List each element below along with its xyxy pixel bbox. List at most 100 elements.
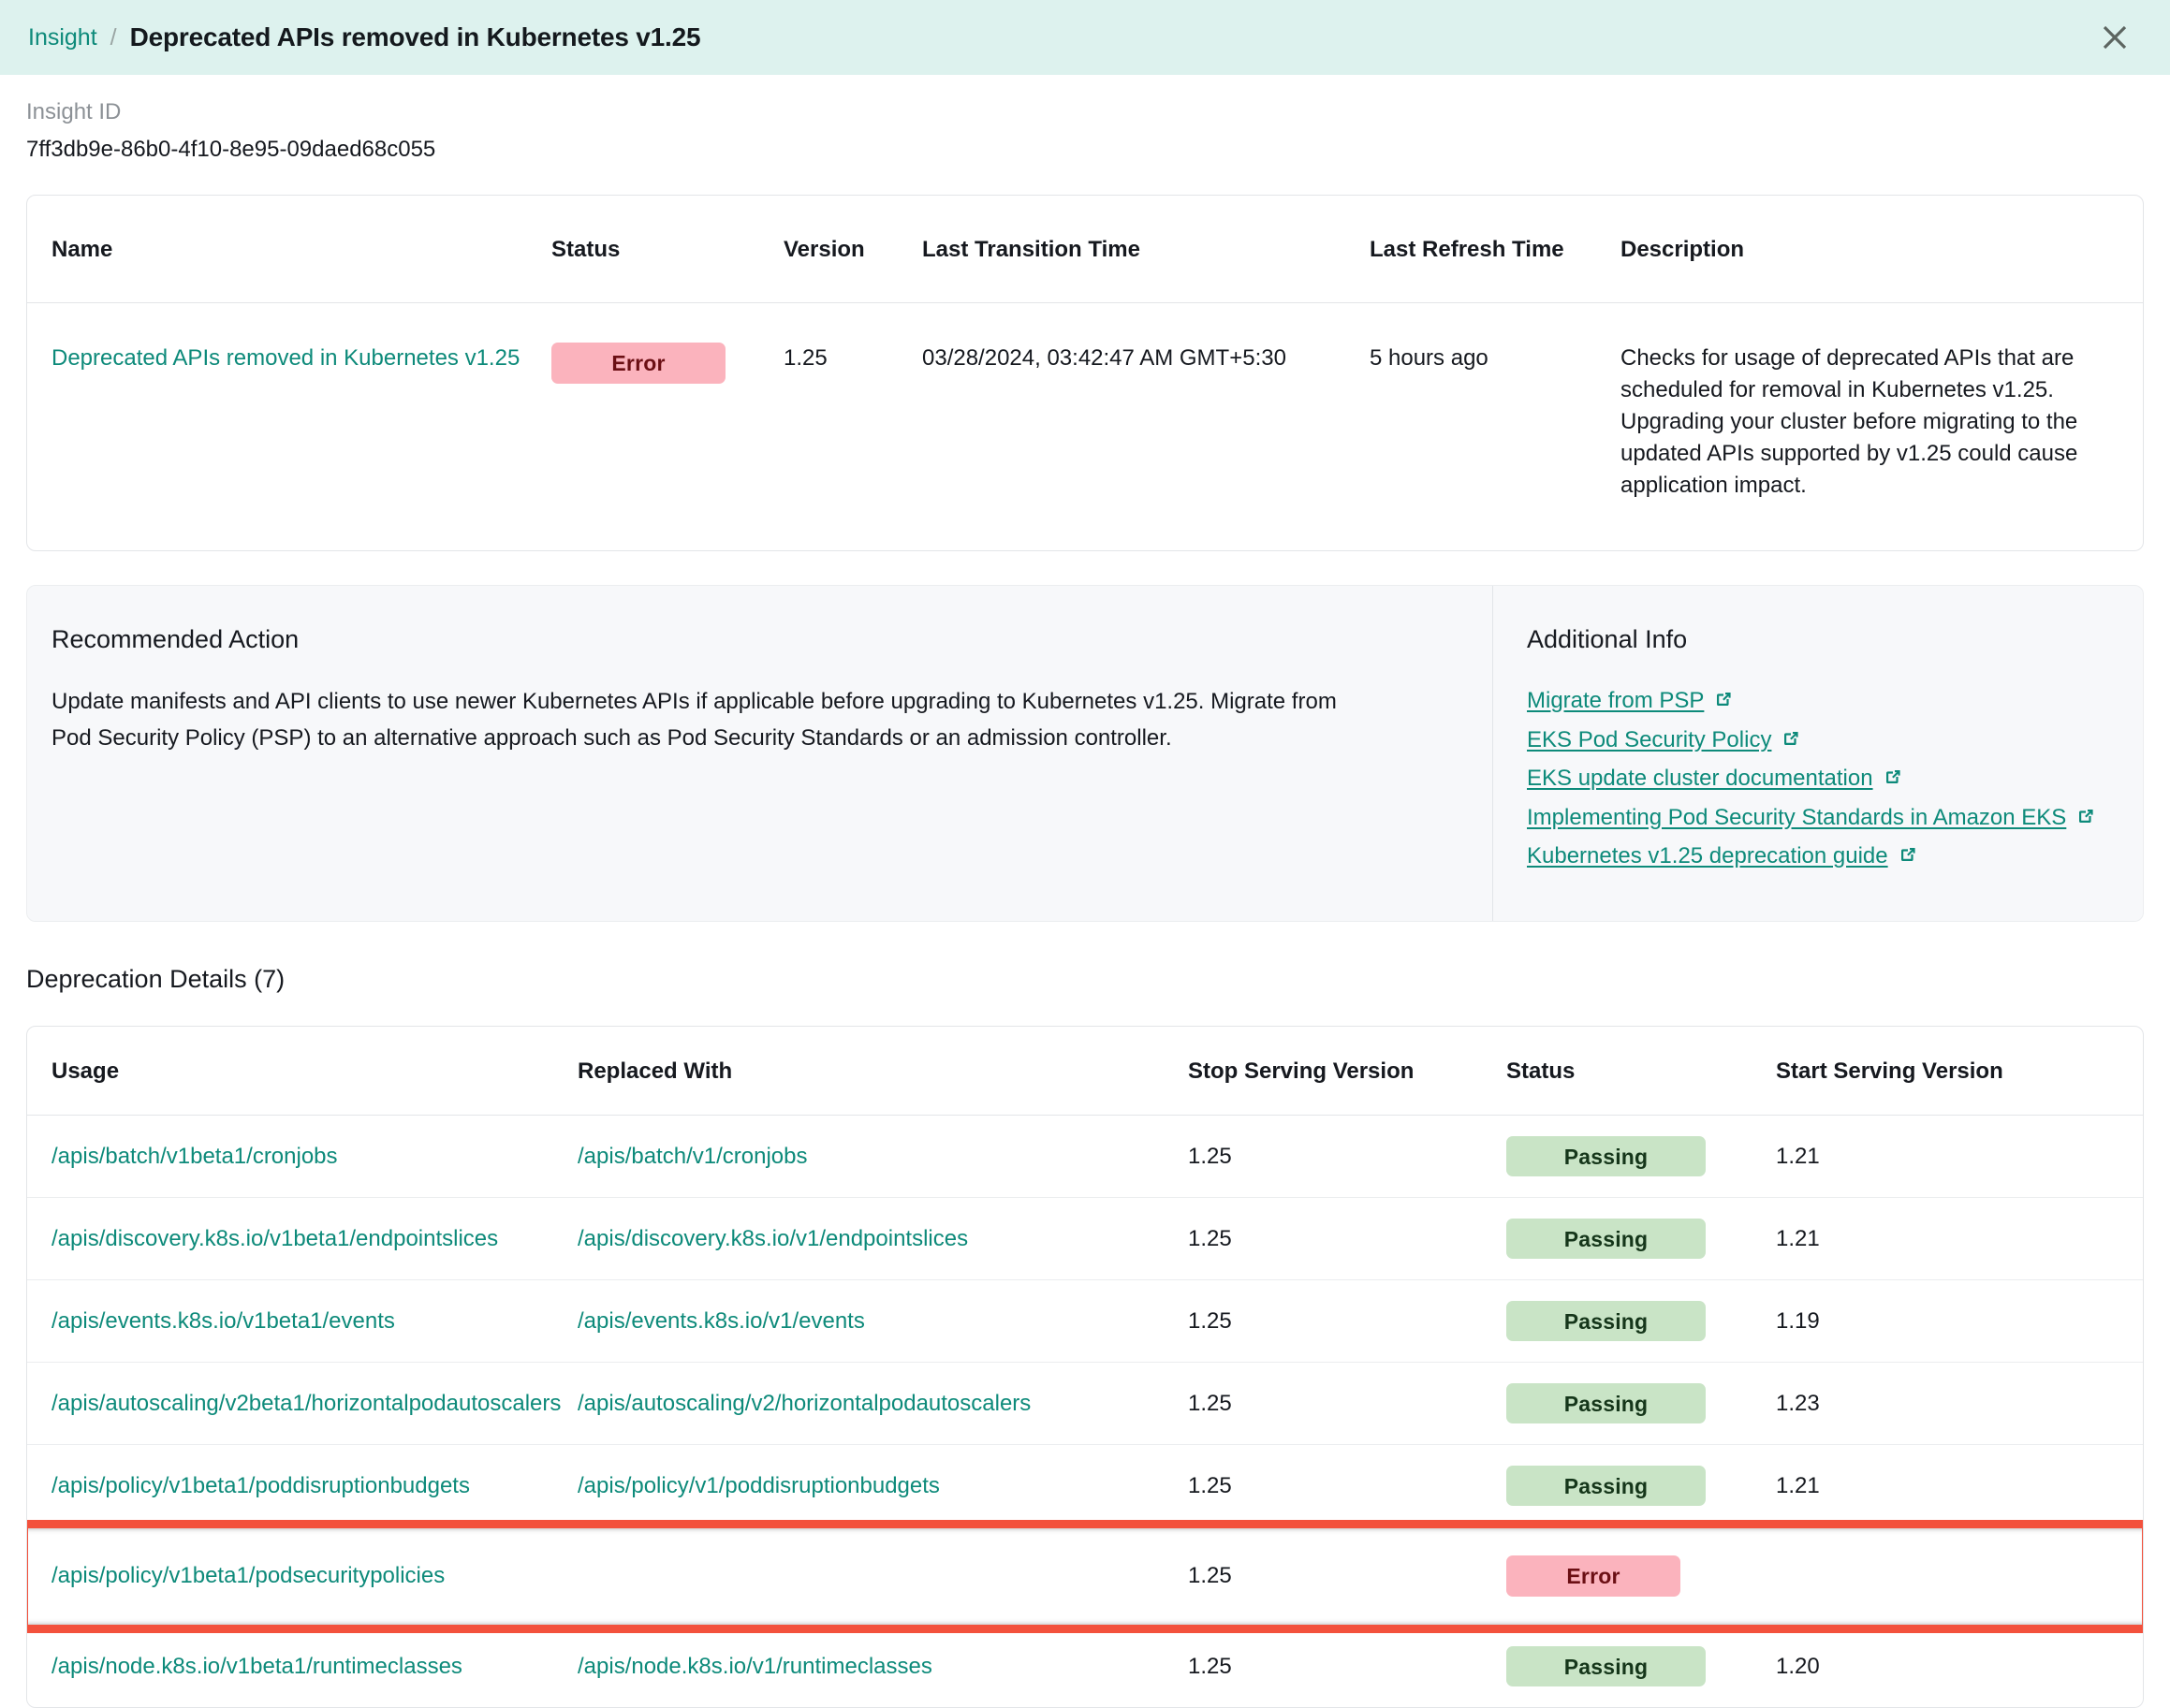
table-header-row: Name Status Version Last Transition Time… — [27, 196, 2143, 303]
cell-status: Passing — [1506, 1280, 1776, 1363]
cell-status: Error — [551, 303, 784, 551]
close-button[interactable] — [2095, 18, 2134, 57]
cell-name: Deprecated APIs removed in Kubernetes v1… — [27, 303, 551, 551]
external-link-icon — [1713, 686, 1734, 720]
external-link-icon — [1898, 841, 1918, 875]
cell-start-serving-version — [1776, 1527, 2143, 1626]
replaced-with-link[interactable]: /apis/discovery.k8s.io/v1/endpointslices — [578, 1226, 968, 1251]
additional-info-link[interactable]: Implementing Pod Security Standards in A… — [1527, 801, 2115, 837]
table-row: /apis/batch/v1beta1/cronjobs/apis/batch/… — [27, 1116, 2143, 1198]
page-title: Deprecated APIs removed in Kubernetes v1… — [129, 22, 701, 51]
cell-replaced-with: /apis/node.k8s.io/v1/runtimeclasses — [578, 1626, 1188, 1708]
deprecation-details-card: Usage Replaced With Stop Serving Version… — [26, 1026, 2144, 1708]
cell-usage: /apis/policy/v1beta1/poddisruptionbudget… — [27, 1445, 578, 1527]
status-badge: Passing — [1506, 1136, 1706, 1177]
replaced-with-link[interactable]: /apis/events.k8s.io/v1/events — [578, 1308, 865, 1334]
cell-stop-serving-version: 1.25 — [1188, 1390, 1232, 1416]
deprecation-details-title: Deprecation Details (7) — [26, 965, 286, 994]
cell-status: Passing — [1506, 1626, 1776, 1708]
usage-link[interactable]: /apis/batch/v1beta1/cronjobs — [51, 1144, 338, 1169]
cell-usage: /apis/node.k8s.io/v1beta1/runtimeclasses — [27, 1626, 578, 1708]
cell-start-serving-version: 1.21 — [1776, 1225, 1820, 1251]
deprecation-details-body: /apis/batch/v1beta1/cronjobs/apis/batch/… — [27, 1116, 2143, 1708]
cell-description: Checks for usage of deprecated APIs that… — [1620, 345, 2078, 499]
cell-status: Passing — [1506, 1116, 1776, 1198]
status-badge: Error — [551, 343, 726, 384]
column-header-last-transition-time: Last Transition Time — [922, 196, 1370, 303]
replaced-with-link[interactable]: /apis/policy/v1/poddisruptionbudgets — [578, 1473, 940, 1498]
table-row: /apis/policy/v1beta1/podsecuritypolicies… — [27, 1519, 2143, 1633]
table-row: /apis/events.k8s.io/v1beta1/events/apis/… — [27, 1279, 2143, 1363]
additional-info-link-label: Implementing Pod Security Standards in A… — [1527, 804, 2067, 830]
usage-link[interactable]: /apis/node.k8s.io/v1beta1/runtimeclasses — [51, 1654, 462, 1679]
cell-replaced-with: /apis/policy/v1/poddisruptionbudgets — [578, 1445, 1188, 1527]
additional-info-link-label: EKS update cluster documentation — [1527, 766, 1873, 792]
cell-usage: /apis/autoscaling/v2beta1/horizontalpoda… — [27, 1363, 578, 1445]
cell-version: 1.25 — [784, 345, 828, 371]
status-badge: Error — [1506, 1555, 1680, 1598]
table-header-row: Usage Replaced With Stop Serving Version… — [27, 1027, 2143, 1117]
cell-replaced-with: /apis/autoscaling/v2/horizontalpodautosc… — [578, 1363, 1188, 1445]
additional-info-section: Additional Info Migrate from PSP EKS Pod … — [1492, 586, 2143, 922]
insight-summary-card: Name Status Version Last Transition Time… — [26, 195, 2144, 552]
external-link-icon — [1883, 764, 1903, 797]
cell-status: Error — [1506, 1527, 1776, 1626]
insight-name-link[interactable]: Deprecated APIs removed in Kubernetes v1… — [51, 345, 520, 371]
cell-stop-serving-version: 1.25 — [1188, 1225, 1232, 1251]
column-header-usage: Usage — [27, 1027, 578, 1117]
cell-stop-serving-version: 1.25 — [1188, 1563, 1232, 1589]
additional-info-link[interactable]: EKS Pod Security Policy — [1527, 723, 2115, 759]
cell-replaced-with: /apis/events.k8s.io/v1/events — [578, 1280, 1188, 1363]
usage-link[interactable]: /apis/policy/v1beta1/podsecuritypolicies — [51, 1563, 445, 1588]
insight-id-value: 7ff3db9e-86b0-4f10-8e95-09daed68c055 — [26, 137, 436, 162]
insight-id-label: Insight ID — [26, 99, 122, 124]
usage-link[interactable]: /apis/policy/v1beta1/poddisruptionbudget… — [51, 1473, 470, 1498]
column-header-status: Status — [1506, 1027, 1776, 1117]
replaced-with-link[interactable]: /apis/node.k8s.io/v1/runtimeclasses — [578, 1654, 932, 1679]
status-badge: Passing — [1506, 1646, 1706, 1687]
cell-replaced-with: /apis/discovery.k8s.io/v1/endpointslices — [578, 1198, 1188, 1280]
cell-usage: /apis/discovery.k8s.io/v1beta1/endpoints… — [27, 1198, 578, 1280]
additional-info-link-label: Migrate from PSP — [1527, 688, 1705, 714]
replaced-with-link[interactable]: /apis/autoscaling/v2/horizontalpodautosc… — [578, 1391, 1031, 1416]
additional-info-link-list: Migrate from PSP EKS Pod Security Policy E… — [1527, 684, 2115, 875]
insight-summary-table: Name Status Version Last Transition Time… — [27, 196, 2143, 550]
cell-status: Passing — [1506, 1445, 1776, 1527]
cell-start-serving-version: 1.23 — [1776, 1390, 1820, 1416]
column-header-name: Name — [27, 196, 551, 303]
table-row: /apis/autoscaling/v2beta1/horizontalpoda… — [27, 1362, 2143, 1445]
cell-stop-serving-version: 1.25 — [1188, 1472, 1232, 1498]
additional-info-link[interactable]: Kubernetes v1.25 deprecation guide — [1527, 839, 2115, 875]
usage-link[interactable]: /apis/events.k8s.io/v1beta1/events — [51, 1308, 395, 1334]
additional-info-link-label: EKS Pod Security Policy — [1527, 726, 1772, 752]
cell-usage: /apis/batch/v1beta1/cronjobs — [27, 1116, 578, 1198]
status-badge: Passing — [1506, 1301, 1706, 1342]
status-badge: Passing — [1506, 1466, 1706, 1507]
cell-status: Passing — [1506, 1198, 1776, 1280]
modal-header: Insight / Deprecated APIs removed in Kub… — [0, 0, 2170, 75]
column-header-replaced-with: Replaced With — [578, 1027, 1188, 1117]
additional-info-title: Additional Info — [1527, 625, 1688, 654]
cell-start-serving-version: 1.19 — [1776, 1307, 1820, 1334]
status-badge: Passing — [1506, 1219, 1706, 1260]
breadcrumb-link-insight[interactable]: Insight — [28, 24, 97, 51]
cell-status: Passing — [1506, 1363, 1776, 1445]
additional-info-link[interactable]: EKS update cluster documentation — [1527, 762, 2115, 797]
column-header-description: Description — [1620, 196, 2143, 303]
cell-stop-serving-version: 1.25 — [1188, 1143, 1232, 1169]
insight-id-block: Insight ID 7ff3db9e-86b0-4f10-8e95-09dae… — [26, 75, 2144, 163]
usage-link[interactable]: /apis/discovery.k8s.io/v1beta1/endpoints… — [51, 1226, 498, 1251]
cell-last-refresh-time: 5 hours ago — [1370, 345, 1488, 371]
usage-link[interactable]: /apis/autoscaling/v2beta1/horizontalpoda… — [51, 1391, 561, 1416]
cell-stop-serving-version: 1.25 — [1188, 1307, 1232, 1334]
external-link-icon — [1781, 725, 1801, 759]
cell-usage: /apis/events.k8s.io/v1beta1/events — [27, 1280, 578, 1363]
additional-info-link[interactable]: Migrate from PSP — [1527, 684, 2115, 720]
column-header-version: Version — [784, 196, 922, 303]
cell-usage: /apis/policy/v1beta1/podsecuritypolicies — [27, 1527, 578, 1626]
column-header-start-serving-version: Start Serving Version — [1776, 1027, 2143, 1117]
table-row: /apis/discovery.k8s.io/v1beta1/endpoints… — [27, 1197, 2143, 1280]
status-badge: Passing — [1506, 1383, 1706, 1424]
replaced-with-link[interactable]: /apis/batch/v1/cronjobs — [578, 1144, 807, 1169]
recommended-action-section: Recommended Action Update manifests and … — [27, 586, 1492, 921]
